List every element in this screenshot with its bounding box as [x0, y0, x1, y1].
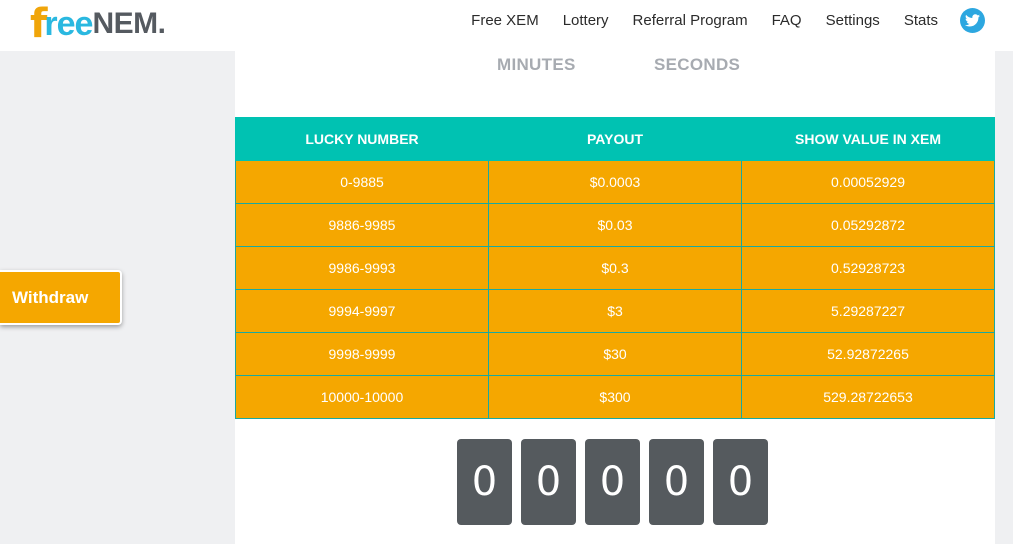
payout-cell: $3 [488, 289, 742, 333]
logo-f: f [30, 1, 47, 47]
xem-value-cell: 0.05292872 [741, 203, 995, 247]
nav-lottery[interactable]: Lottery [563, 12, 609, 29]
payout-table: LUCKY NUMBER PAYOUT SHOW VALUE IN XEM 0-… [235, 117, 995, 419]
minutes-label: MINUTES [497, 55, 576, 74]
lucky-number-cell: 9986-9993 [235, 246, 489, 290]
payout-cell: $0.3 [488, 246, 742, 290]
lucky-number-cell: 9886-9985 [235, 203, 489, 247]
main-nav: Free XEM Lottery Referral Program FAQ Se… [471, 6, 985, 34]
twitter-icon[interactable] [960, 7, 985, 33]
xem-value-cell: 5.29287227 [741, 289, 995, 333]
logo-ree: ree [44, 5, 93, 43]
twitter-bird-icon [965, 13, 980, 26]
lucky-number-cell: 0-9885 [235, 160, 489, 204]
nav-faq[interactable]: FAQ [772, 12, 802, 29]
table-row: 9994-9997 $3 5.29287227 [235, 289, 995, 333]
seconds-label: SECONDS [654, 55, 741, 74]
table-row: 0-9885 $0.0003 0.00052929 [235, 160, 995, 204]
table-row: 10000-10000 $300 529.28722653 [235, 375, 995, 419]
logo-dot: . [157, 7, 166, 40]
payout-cell: $0.0003 [488, 160, 742, 204]
freenem-logo[interactable]: f ree NEM . [30, 0, 166, 44]
table-row: 9998-9999 $30 52.92872265 [235, 332, 995, 376]
header-show-value-xem: SHOW VALUE IN XEM [741, 117, 995, 161]
nav-referral-program[interactable]: Referral Program [633, 12, 748, 29]
nav-stats[interactable]: Stats [904, 12, 938, 29]
withdraw-button[interactable]: Withdraw [0, 270, 122, 325]
header-lucky-number: LUCKY NUMBER [235, 117, 489, 161]
payout-cell: $30 [488, 332, 742, 376]
roll-digit: 0 [457, 439, 512, 525]
header-payout: PAYOUT [488, 117, 742, 161]
xem-value-cell: 529.28722653 [741, 375, 995, 419]
roll-digit: 0 [521, 439, 576, 525]
xem-value-cell: 0.52928723 [741, 246, 995, 290]
table-row: 9986-9993 $0.3 0.52928723 [235, 246, 995, 290]
top-header: f ree NEM . Free XEM Lottery Referral Pr… [0, 0, 1013, 51]
nav-settings[interactable]: Settings [826, 12, 880, 29]
lucky-number-cell: 9998-9999 [235, 332, 489, 376]
payout-cell: $300 [488, 375, 742, 419]
timer-labels: MINUTES SECONDS [235, 55, 995, 77]
payout-cell: $0.03 [488, 203, 742, 247]
roll-digit: 0 [585, 439, 640, 525]
logo-nem: NEM [92, 7, 158, 40]
nav-free-xem[interactable]: Free XEM [471, 12, 539, 29]
roll-digits: 0 0 0 0 0 [457, 439, 768, 525]
table-header-row: LUCKY NUMBER PAYOUT SHOW VALUE IN XEM [235, 117, 995, 161]
roll-digit: 0 [649, 439, 704, 525]
xem-value-cell: 0.00052929 [741, 160, 995, 204]
lucky-number-cell: 9994-9997 [235, 289, 489, 333]
roll-digit: 0 [713, 439, 768, 525]
xem-value-cell: 52.92872265 [741, 332, 995, 376]
table-row: 9886-9985 $0.03 0.05292872 [235, 203, 995, 247]
lucky-number-cell: 10000-10000 [235, 375, 489, 419]
